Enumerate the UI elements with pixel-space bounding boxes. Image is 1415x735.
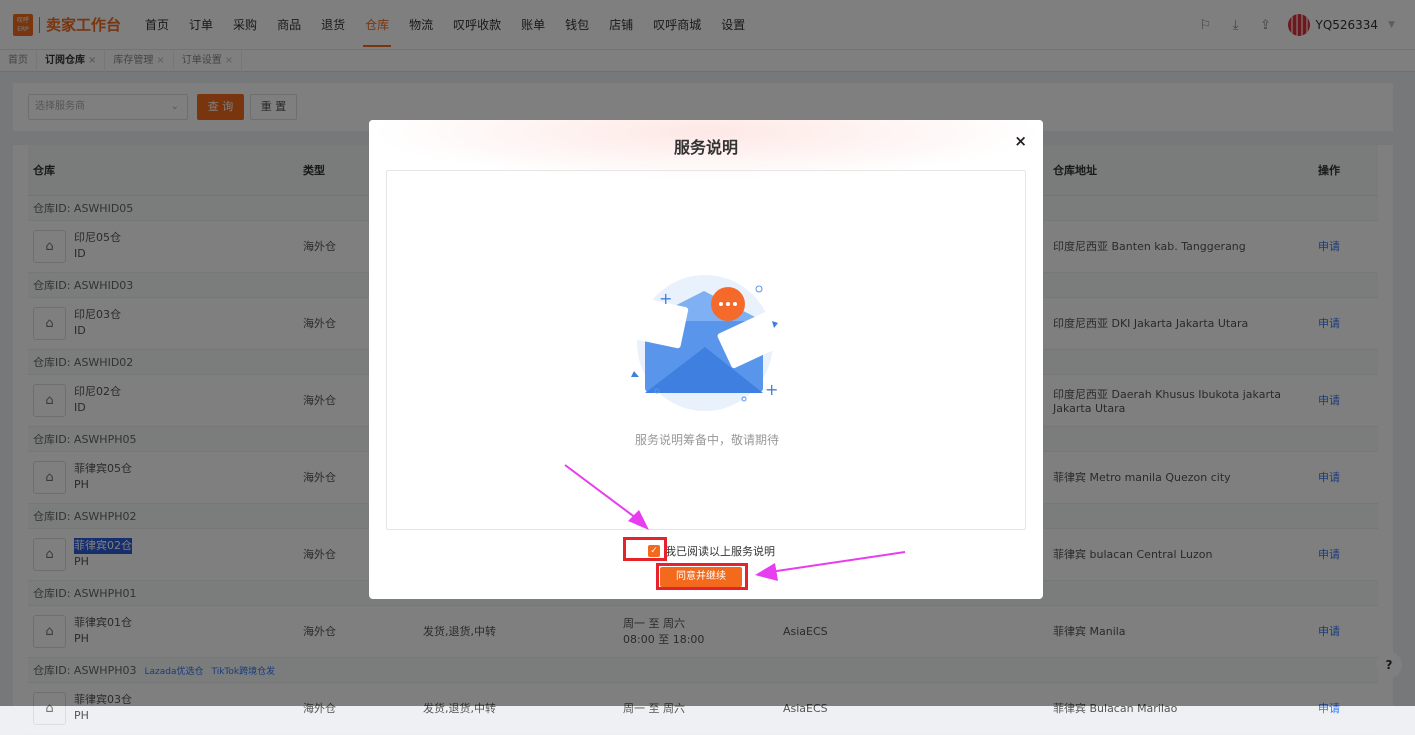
- svg-text:+: +: [659, 289, 672, 308]
- close-icon[interactable]: ×: [1014, 132, 1027, 150]
- service-modal: 服务说明 × + + 服务说明筹备中，敬请期待 ✓ 我已阅读以上服务说明 同意并继…: [369, 120, 1043, 599]
- modal-title: 服务说明: [673, 138, 738, 157]
- envelope-illustration: + +: [621, 275, 783, 411]
- modal-body: + + 服务说明筹备中，敬请期待: [386, 170, 1026, 530]
- agree-checkbox-label[interactable]: ✓ 我已阅读以上服务说明: [648, 543, 775, 559]
- highlight-box: [623, 537, 667, 561]
- empty-message: 服务说明筹备中，敬请期待: [634, 433, 779, 447]
- highlight-box: [656, 563, 748, 590]
- svg-text:+: +: [765, 380, 778, 399]
